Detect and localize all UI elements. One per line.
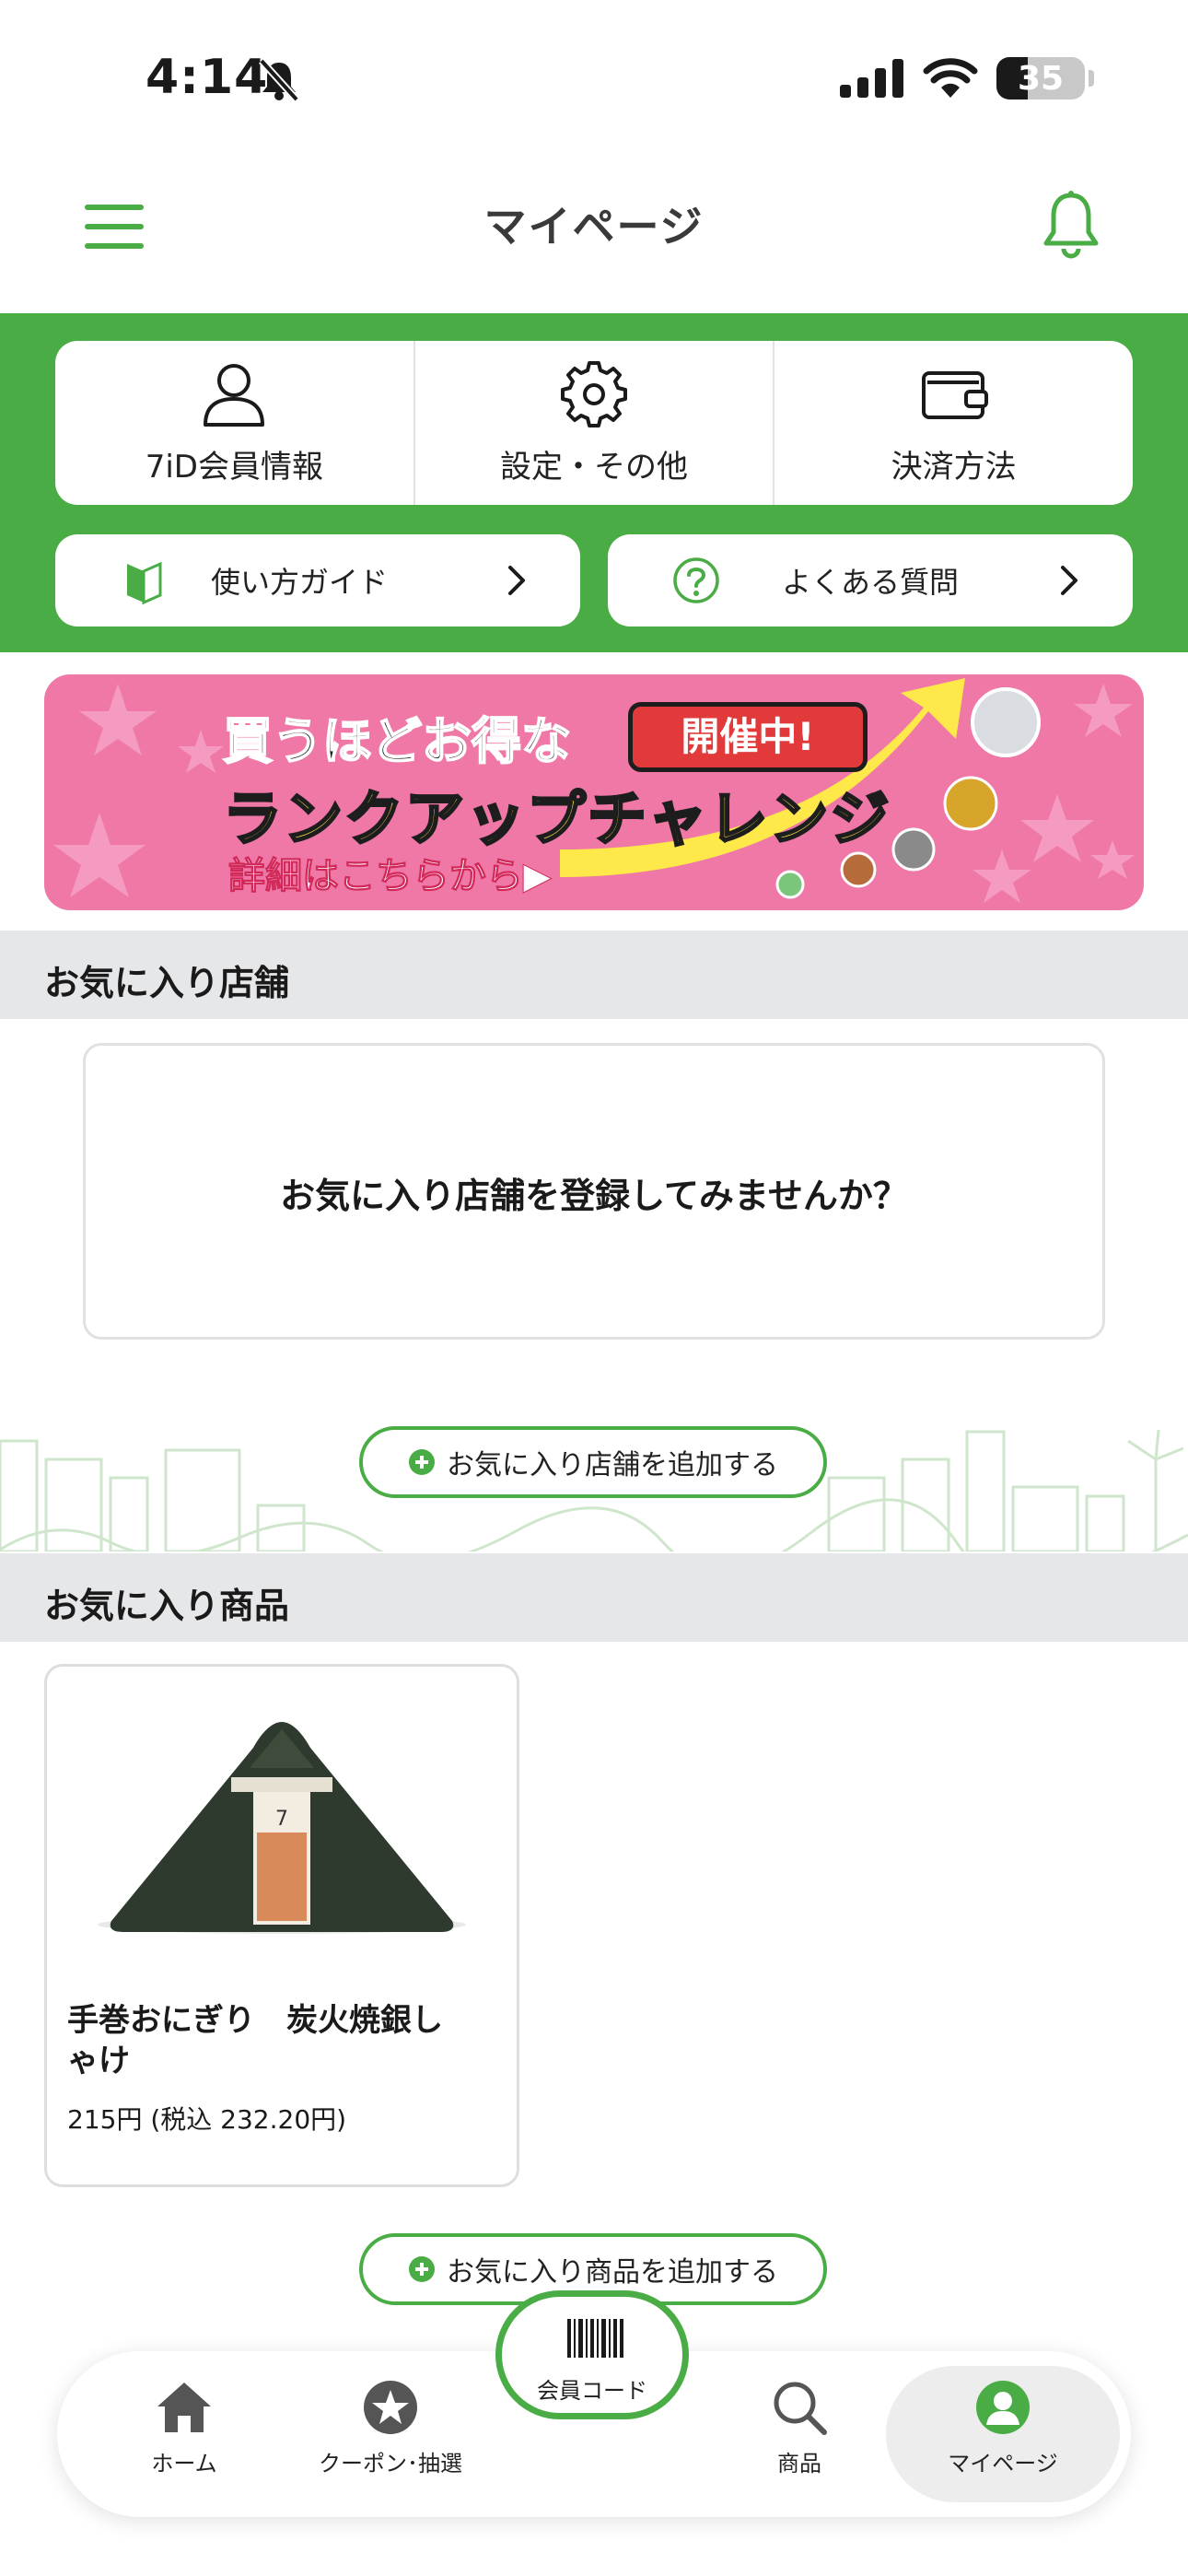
product-name: 手巻おにぎり 炭火焼銀しゃけ (67, 2002, 443, 2079)
svg-text:7: 7 (275, 1808, 288, 1831)
tab-mypage-label: マイページ (948, 2451, 1058, 2476)
status-bar: 4:14 35 (0, 0, 1188, 157)
status-time: 4:14 (146, 50, 269, 105)
tab-coupon-label: クーポン･抽選 (319, 2451, 462, 2476)
banner-details-link[interactable]: 詳細はこちらから▶ (228, 846, 553, 899)
add-favorite-store-button[interactable]: お気に入り店舗を追加する (359, 1426, 827, 1498)
home-icon (157, 2383, 211, 2432)
silent-mode-icon (259, 58, 299, 102)
how-to-guide-label: 使い方ガイド (210, 565, 388, 600)
battery-indicator: 35 (996, 57, 1085, 100)
settings-label: 設定・その他 (500, 448, 688, 486)
favorite-products-header: お気に入り商品 (0, 1553, 1188, 1642)
banner-headline: 買うほどお得な (222, 711, 572, 771)
member-info-label: 7iD会員情報 (145, 448, 323, 486)
member-code-button[interactable]: 会員コード (495, 2290, 689, 2419)
tab-products-label: 商品 (777, 2451, 821, 2476)
battery-level: 35 (1017, 59, 1065, 98)
payment-method-label: 決済方法 (891, 448, 1017, 486)
payment-method-button[interactable]: 決済方法 (775, 341, 1133, 505)
onigiri-product-image: 7 (98, 1722, 466, 1934)
settings-button[interactable]: 設定・その他 (415, 341, 775, 505)
barcode-icon (567, 2319, 623, 2358)
add-favorite-store-label: お気に入り店舗を追加する (447, 1449, 778, 1481)
favorite-stores-title: お気に入り店舗 (44, 963, 290, 1003)
quick-menu-card: 7iD会員情報 設定・その他 決済方法 (55, 341, 1133, 505)
add-favorite-product-label: お気に入り商品を追加する (447, 2256, 778, 2289)
wallet-icon (921, 370, 988, 419)
tab-mypage[interactable]: マイページ (920, 2379, 1086, 2477)
chevron-right-icon (1061, 566, 1077, 595)
member-code-label: 会員コード (537, 2378, 647, 2404)
star-circle-icon (364, 2381, 417, 2434)
favorite-stores-prompt: お気に入り店舗を登録してみませんか？ (280, 1176, 908, 1216)
tab-home[interactable]: ホーム (101, 2379, 267, 2477)
faq-label: よくある質問 (781, 565, 959, 600)
tab-products[interactable]: 商品 (716, 2379, 882, 2477)
gear-icon (561, 360, 627, 427)
favorite-stores-header: お気に入り店舗 (0, 931, 1188, 1019)
search-icon (774, 2382, 827, 2435)
user-icon (204, 363, 265, 427)
plus-circle-icon (409, 2256, 435, 2282)
favorite-products-title: お気に入り商品 (44, 1586, 290, 1626)
cellular-signal-icon (840, 59, 903, 98)
page-title: マイページ (483, 202, 705, 252)
how-to-guide-button[interactable]: 使い方ガイド (55, 534, 580, 626)
product-card[interactable]: 7 手巻おにぎり 炭火焼銀しゃけ 215円 (税込 232.20円) (44, 1664, 519, 2187)
plus-circle-icon (409, 1449, 435, 1475)
member-info-button[interactable]: 7iD会員情報 (55, 341, 415, 505)
app-header: マイページ (0, 157, 1188, 313)
faq-button[interactable]: よくある質問 (608, 534, 1133, 626)
chevron-right-icon (508, 566, 525, 595)
rank-up-challenge-banner[interactable]: 買うほどお得な 開催中! ランクアップチャレンジ 詳細はこちらから▶ (44, 674, 1144, 910)
wifi-icon (923, 58, 978, 98)
notification-bell-icon[interactable] (1041, 190, 1101, 260)
user-circle-icon (976, 2381, 1030, 2434)
favorite-stores-empty-state: お気に入り店舗を登録してみませんか？ (83, 1043, 1105, 1340)
banner-status-badge: 開催中! (628, 702, 868, 772)
tab-coupon[interactable]: クーポン･抽選 (308, 2379, 473, 2477)
tab-home-label: ホーム (151, 2451, 217, 2476)
banner-title: ランクアップチャレンジ (221, 785, 891, 856)
product-price: 215円 (税込 232.20円) (67, 2104, 347, 2135)
account-shortcuts: 7iD会員情報 設定・その他 決済方法 使い方ガイド よくある質問 (0, 313, 1188, 652)
